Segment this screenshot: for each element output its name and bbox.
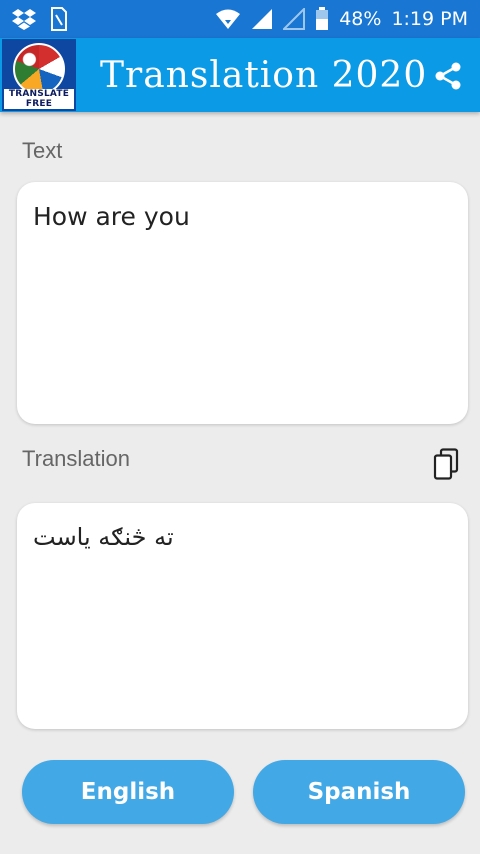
dropbox-icon — [12, 8, 36, 30]
share-icon — [435, 62, 461, 90]
share-button[interactable] — [430, 58, 466, 94]
copy-button[interactable] — [430, 446, 462, 482]
translation-value: ته څنګه یاست — [33, 523, 174, 551]
battery-percent: 48% — [339, 8, 382, 30]
signal-empty-icon — [283, 8, 306, 30]
clock: 1:19 PM — [391, 8, 468, 30]
battery-icon — [315, 7, 329, 31]
copy-icon — [433, 448, 459, 480]
text-label: Text — [22, 138, 63, 163]
app-title: Translation 2020 — [100, 54, 428, 96]
app-bar: TRANSLATE FREE Translation 2020 — [0, 38, 480, 112]
translation-label: Translation — [22, 446, 131, 471]
wifi-icon — [215, 8, 241, 30]
sim-card-icon — [50, 7, 68, 31]
source-text-value[interactable]: How are you — [33, 202, 190, 231]
logo-text: TRANSLATE FREE — [4, 89, 74, 109]
signal-icon — [251, 8, 273, 30]
target-language-button[interactable]: Spanish — [253, 760, 465, 824]
status-bar: 48% 1:19 PM — [0, 0, 480, 38]
app-logo: TRANSLATE FREE — [2, 39, 76, 111]
source-language-button[interactable]: English — [22, 760, 234, 824]
source-text-input[interactable]: How are you — [17, 182, 468, 424]
translation-output: ته څنګه یاست — [17, 503, 468, 729]
globe-flags-icon — [13, 43, 65, 95]
